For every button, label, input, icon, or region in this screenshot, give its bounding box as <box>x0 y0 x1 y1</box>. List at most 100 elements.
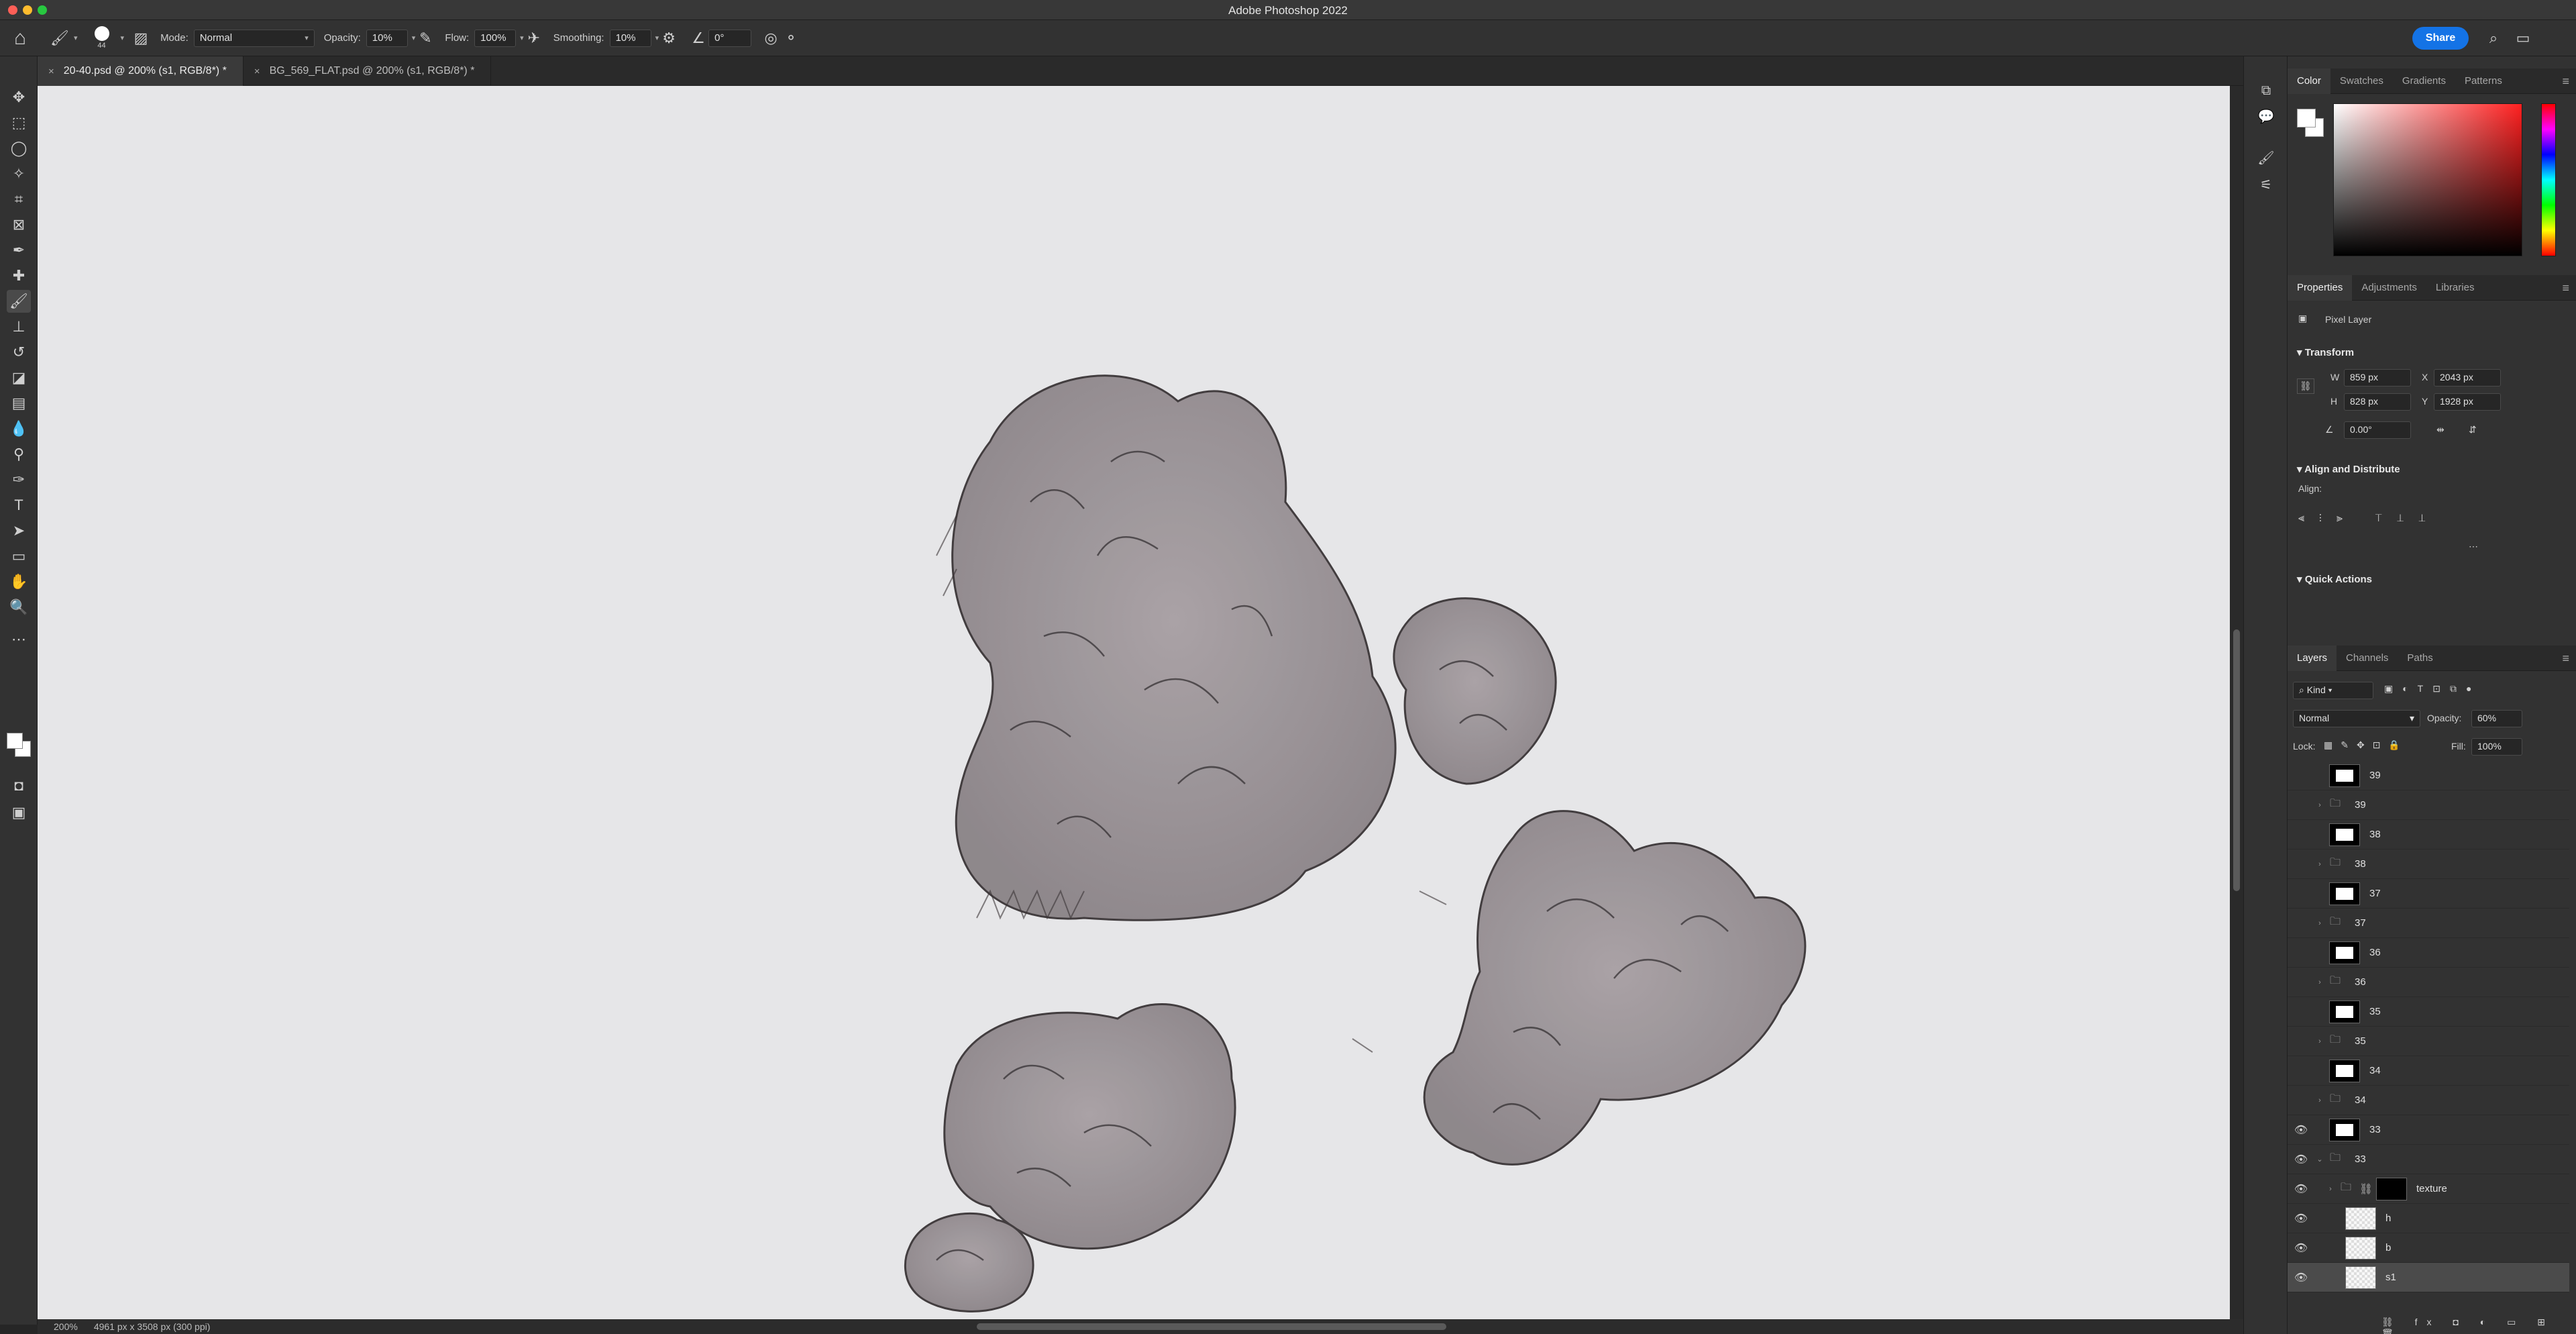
layer-row[interactable]: 36 <box>2288 938 2569 968</box>
expand-arrow-icon[interactable]: › <box>2314 919 2325 927</box>
layer-name[interactable]: 33 <box>2369 1124 2381 1135</box>
blur-tool-icon[interactable]: 💧 <box>7 417 31 440</box>
layer-filter-icons[interactable]: ▣◐T⊡⧉● <box>2384 683 2481 695</box>
panel-menu-icon[interactable]: ≡ <box>2562 281 2569 295</box>
pressure-size-icon[interactable]: ◎ <box>761 28 781 48</box>
adjust-panel-icon[interactable]: ⚟ <box>2256 174 2276 195</box>
layer-name[interactable]: 34 <box>2355 1094 2366 1106</box>
healing-brush-tool-icon[interactable]: ✚ <box>7 264 31 287</box>
rotation-input[interactable]: 0.00° <box>2344 421 2411 439</box>
tab-adjustments[interactable]: Adjustments <box>2352 275 2426 301</box>
history-panel-icon[interactable]: ⧉ <box>2256 81 2276 101</box>
close-tab-icon[interactable]: × <box>254 66 260 77</box>
layer-name[interactable]: 39 <box>2369 770 2381 781</box>
quick-selection-tool-icon[interactable]: ✧ <box>7 162 31 185</box>
layer-row[interactable]: 39 <box>2288 761 2569 790</box>
type-tool-icon[interactable]: T <box>7 494 31 517</box>
comments-panel-icon[interactable]: 💬 <box>2256 106 2276 126</box>
x-input[interactable]: 2043 px <box>2434 369 2501 387</box>
close-tab-icon[interactable]: × <box>48 66 54 77</box>
align-section-title[interactable]: ▾ Align and Distribute <box>2297 463 2400 475</box>
expand-arrow-icon[interactable]: › <box>2314 978 2325 986</box>
expand-arrow-icon[interactable]: › <box>2314 1096 2325 1105</box>
home-icon[interactable]: ⌂ <box>0 20 40 56</box>
symmetry-icon[interactable]: ⚬ <box>781 28 801 48</box>
layer-mask-thumbnail[interactable] <box>2329 1059 2360 1082</box>
brushes-panel-icon[interactable]: 🖌 <box>2256 148 2276 168</box>
screen-mode-icon[interactable]: ▣ <box>7 801 31 824</box>
document-canvas[interactable] <box>38 86 2230 1319</box>
blend-mode-select[interactable]: Normal ▾ <box>2293 710 2420 727</box>
quick-actions-section-title[interactable]: ▾ Quick Actions <box>2297 573 2372 585</box>
layer-mask-thumbnail[interactable] <box>2329 941 2360 964</box>
layer-name[interactable]: 37 <box>2355 917 2366 929</box>
tab-layers[interactable]: Layers <box>2288 645 2337 671</box>
zoom-tool-icon[interactable]: 🔍 <box>7 596 31 619</box>
height-input[interactable]: 828 px <box>2344 393 2411 411</box>
color-picker-field[interactable] <box>2333 103 2522 256</box>
layer-name[interactable]: 34 <box>2369 1065 2381 1076</box>
layer-row[interactable]: › 🗀 39 <box>2288 790 2569 820</box>
layer-mask-thumbnail[interactable] <box>2329 882 2360 905</box>
layer-mask-thumbnail[interactable] <box>2329 823 2360 846</box>
tab-gradients[interactable]: Gradients <box>2393 68 2455 94</box>
layer-mask-thumbnail[interactable] <box>2376 1177 2407 1200</box>
smoothing-input[interactable]: 10% <box>609 29 651 47</box>
y-input[interactable]: 1928 px <box>2434 393 2501 411</box>
frame-tool-icon[interactable]: ⊠ <box>7 213 31 236</box>
path-selection-tool-icon[interactable]: ➤ <box>7 519 31 542</box>
layer-mask-thumbnail[interactable] <box>2329 1000 2360 1023</box>
layer-row[interactable]: 👁 s1 <box>2288 1263 2569 1292</box>
vertical-scroll-thumb[interactable] <box>2233 629 2240 891</box>
layer-row[interactable]: 👁 33 <box>2288 1115 2569 1145</box>
layer-name[interactable]: h <box>2385 1213 2391 1224</box>
pen-tool-icon[interactable]: ✑ <box>7 468 31 491</box>
layer-name[interactable]: b <box>2385 1242 2391 1253</box>
layer-row[interactable]: 38 <box>2288 820 2569 850</box>
gradient-tool-icon[interactable]: ▤ <box>7 392 31 415</box>
tab-color[interactable]: Color <box>2288 68 2330 94</box>
layer-row[interactable]: 34 <box>2288 1056 2569 1086</box>
clone-stamp-tool-icon[interactable]: ⊥ <box>7 315 31 338</box>
expand-arrow-icon[interactable]: › <box>2325 1185 2336 1193</box>
layer-row[interactable]: › 🗀 37 <box>2288 909 2569 938</box>
hand-tool-icon[interactable]: ✋ <box>7 570 31 593</box>
transform-section-title[interactable]: ▾ Transform <box>2297 346 2354 358</box>
layer-filter-select[interactable]: ⌕ Kind ▾ <box>2293 682 2373 699</box>
collapse-arrow-icon[interactable]: ⌄ <box>2314 1155 2325 1164</box>
eraser-tool-icon[interactable]: ◪ <box>7 366 31 389</box>
layer-row[interactable]: › 🗀 38 <box>2288 850 2569 879</box>
layer-name[interactable]: 38 <box>2369 829 2381 840</box>
layer-footer-buttons[interactable]: ⛓ fx ◘ ◐ ▭ ⊞ 🗑 <box>2381 1317 2576 1334</box>
layer-thumbnail[interactable] <box>2345 1266 2376 1289</box>
layer-name[interactable]: s1 <box>2385 1272 2396 1283</box>
layer-row[interactable]: 👁 h <box>2288 1204 2569 1233</box>
tab-libraries[interactable]: Libraries <box>2426 275 2484 301</box>
layer-row[interactable]: 👁 › 🗀 ⛓ texture <box>2288 1174 2569 1204</box>
layer-thumbnail[interactable] <box>2345 1207 2376 1230</box>
expand-arrow-icon[interactable]: › <box>2314 801 2325 809</box>
visibility-eye-icon[interactable]: 👁 <box>2288 1212 2314 1225</box>
crop-tool-icon[interactable]: ⌗ <box>7 188 31 211</box>
color-foreground-swatch[interactable] <box>2297 109 2316 127</box>
panel-menu-icon[interactable]: ≡ <box>2562 652 2569 666</box>
link-icon[interactable]: ⛓ <box>2297 378 2314 394</box>
brush-tool-icon[interactable]: 🖌 <box>7 290 31 313</box>
layer-name[interactable]: 33 <box>2355 1153 2366 1165</box>
history-brush-tool-icon[interactable]: ↺ <box>7 341 31 364</box>
flip-vertical-icon[interactable]: ⇵ <box>2469 424 2477 435</box>
layer-row[interactable]: › 🗀 35 <box>2288 1027 2569 1056</box>
visibility-eye-icon[interactable]: 👁 <box>2288 1271 2314 1284</box>
layer-name[interactable]: 36 <box>2369 947 2381 958</box>
expand-arrow-icon[interactable]: › <box>2314 1037 2325 1045</box>
workspace-icon[interactable]: ▭ <box>2513 28 2533 48</box>
layer-name[interactable]: 38 <box>2355 858 2366 870</box>
search-icon[interactable]: ⌕ <box>2483 28 2504 48</box>
layer-opacity-input[interactable]: 60% <box>2471 710 2522 727</box>
brush-tool-icon[interactable]: 🖌 <box>50 28 70 48</box>
gear-icon[interactable]: ⚙ <box>659 28 679 48</box>
zoom-level[interactable]: 200% <box>54 1321 78 1332</box>
visibility-eye-icon[interactable]: 👁 <box>2288 1182 2314 1196</box>
layer-name[interactable]: 39 <box>2355 799 2366 811</box>
layer-row[interactable]: 👁 b <box>2288 1233 2569 1263</box>
